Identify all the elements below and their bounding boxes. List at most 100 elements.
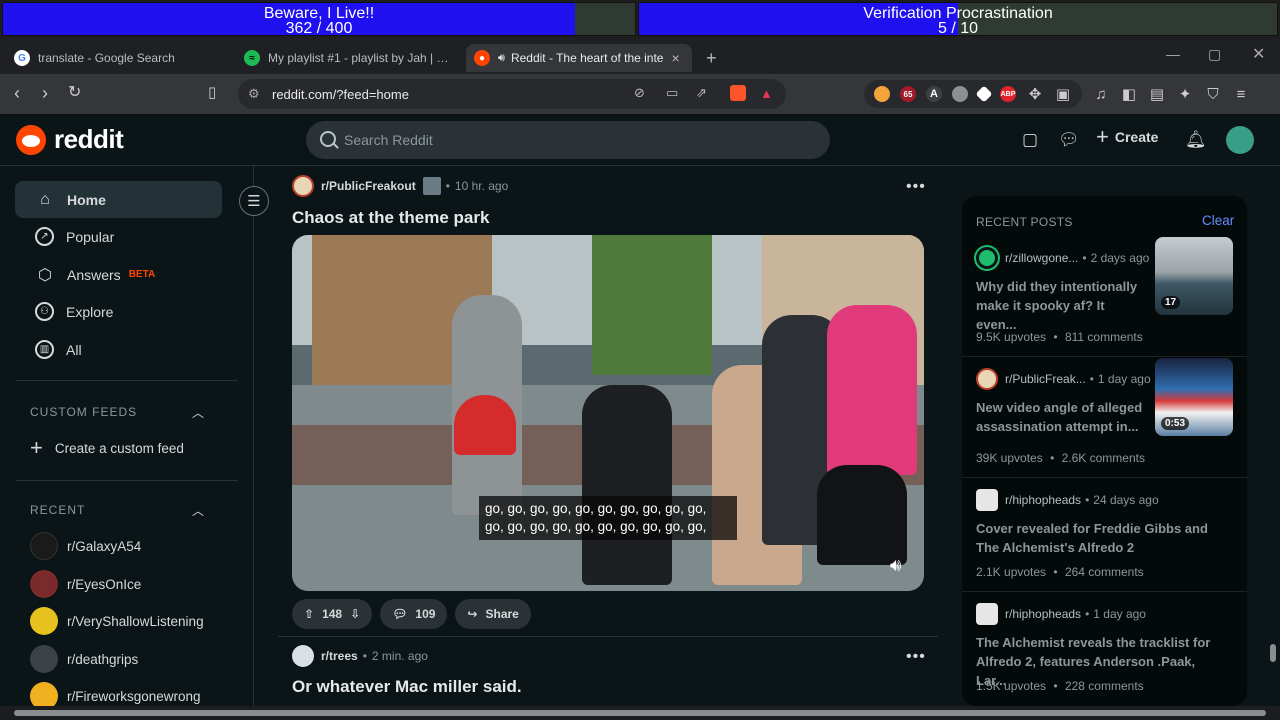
notifications-icon[interactable]: 🔔︎ [1185,130,1207,150]
vpn-icon[interactable]: ⛉ [1204,86,1222,103]
create-button[interactable]: + Create [1096,124,1158,149]
tab-reddit[interactable]: ● 🔊︎ Reddit - The heart of the inte × [466,44,692,72]
post-video[interactable]: go, go, go, go, go, go, go, go, go, go, … [292,235,924,591]
subreddit-avatar [976,603,998,625]
explore-icon: ⚇ [35,302,54,321]
leo-ai-icon[interactable]: ✦ [1176,85,1194,103]
recent-post[interactable]: r/zillowgone... • 2 days ago Why did the… [962,237,1247,357]
share-page-icon[interactable]: ⇗ [696,85,707,101]
clear-button[interactable]: Clear [1202,213,1234,228]
recent-post-upvotes: 1.5K upvotes [976,679,1047,693]
site-info-icon[interactable]: ⚙ [248,86,260,102]
search-icon [320,131,336,147]
nav-all[interactable]: ▥ All [15,331,222,368]
minimize-icon[interactable]: — [1166,46,1180,62]
subreddit-avatar[interactable] [292,645,314,667]
close-window-icon[interactable]: ✕ [1252,44,1265,64]
horizontal-scrollbar[interactable] [0,706,1280,720]
custom-feeds-header[interactable]: CUSTOM FEEDS [30,405,137,419]
more-options-icon[interactable]: ••• [906,178,926,196]
avatar[interactable] [1226,126,1254,154]
adblock-icon[interactable]: ABP [1000,86,1016,102]
recent-post[interactable]: r/PublicFreak... • 1 day ago New video a… [962,358,1247,478]
brave-shield-icon[interactable] [730,85,746,101]
recent-post[interactable]: r/hiphopheads • 1 day ago The Alchemist … [962,603,1247,703]
recent-item[interactable]: r/GalaxyA54 [30,531,141,561]
video-person [827,305,917,475]
collapse-sidebar-button[interactable]: ☰ [239,186,269,216]
recent-post-upvotes: 39K upvotes [976,451,1043,465]
recent-post-thumbnail: 17 [1155,237,1233,315]
nav-answers[interactable]: ⬡ Answers BETA [15,256,222,293]
brave-rewards-icon[interactable]: ▲ [760,86,773,101]
extension-icon[interactable] [874,86,890,102]
tab-label: My playlist #1 - playlist by Jah | Spoti [268,51,454,65]
plus-icon: + [1096,124,1109,149]
scrollbar-thumb[interactable] [14,710,1266,716]
bookmark-icon[interactable]: ▯ [208,84,216,102]
dot-separator: • [1085,493,1090,507]
upvote-icon[interactable]: ⇧ [304,607,314,621]
sidebar-toggle-icon[interactable]: ◧ [1120,85,1138,103]
post-subreddit[interactable]: r/trees [321,649,358,663]
maximize-icon[interactable]: ▢ [1208,46,1221,63]
media-icon[interactable]: ♫ [1092,86,1110,103]
advertise-icon[interactable]: ▢ [1022,130,1038,150]
nav-explore[interactable]: ⚇ Explore [15,293,222,330]
recent-post-time: 1 day ago [1097,372,1151,386]
tab-spotify[interactable]: ≈ My playlist #1 - playlist by Jah | Spo… [236,44,462,72]
reddit-logo[interactable]: reddit [16,124,124,155]
post-title[interactable]: Or whatever Mac miller said. [292,677,522,697]
comments-button[interactable]: 💬︎ 109 [380,599,448,629]
sidebar-divider [16,480,238,481]
create-custom-feed[interactable]: + Create a custom feed [30,433,184,463]
scrollbar-thumb[interactable] [1270,644,1276,662]
extensions-puzzle-icon[interactable]: ✥ [1026,85,1044,103]
nav-popular[interactable]: ↗ Popular [15,218,222,255]
diamond-extension-icon[interactable] [975,85,993,103]
screenshot-icon[interactable]: ▣ [1054,85,1072,103]
mute-icon[interactable]: ⊘ [634,85,645,101]
recent-item[interactable]: r/EyesOnIce [30,569,141,599]
recent-post[interactable]: r/hiphopheads • 24 days ago Cover reveal… [962,489,1247,589]
reload-icon[interactable]: ↻ [68,84,81,102]
vertical-scrollbar[interactable] [1266,166,1280,706]
extension-badge-icon[interactable]: 65 [900,86,916,102]
new-tab-button[interactable]: + [698,44,726,72]
speaker-icon: 🔊︎ [498,51,505,64]
video-person [454,395,516,455]
recent-header[interactable]: RECENT [30,503,85,517]
menu-icon[interactable]: ≡ [1232,86,1250,103]
downvote-icon[interactable]: ⇩ [350,607,360,621]
chevron-up-icon[interactable]: ︿ [192,404,204,421]
recent-item[interactable]: r/VeryShallowListening [30,606,204,636]
nav-label: Answers [67,266,121,283]
progress-bar-1: Beware, I Live!! 362 / 400 [2,2,636,36]
wallet-icon[interactable]: ▤ [1148,85,1166,103]
close-tab-icon[interactable]: × [671,50,679,66]
post-title[interactable]: Chaos at the theme park [292,208,489,228]
tab-google[interactable]: G translate - Google Search [6,44,234,72]
more-options-icon[interactable]: ••• [906,648,926,666]
forward-icon[interactable]: › [42,84,48,102]
cast-icon[interactable]: ▭ [666,85,678,101]
share-button[interactable]: ↪ Share [455,599,531,629]
chat-icon[interactable]: 💬︎ [1058,130,1080,150]
post-subreddit[interactable]: r/PublicFreakout [321,179,416,193]
recent-item[interactable]: r/deathgrips [30,644,138,674]
recent-post-thumbnail: 0:53 [1155,358,1233,436]
ak-extension-icon[interactable]: A [926,86,942,102]
gray-extension-icon[interactable] [952,86,968,102]
recent-post-upvotes: 2.1K upvotes [976,565,1047,579]
recent-post-upvotes: 9.5K upvotes [976,330,1047,344]
volume-icon[interactable]: 🔊︎ [890,555,901,576]
nav-home[interactable]: ⌂ Home [15,181,222,218]
subreddit-avatar[interactable] [292,175,314,197]
back-icon[interactable]: ‹ [14,84,20,102]
subreddit-avatar [30,570,58,598]
url-bar[interactable]: ⚙ reddit.com/?feed=home ⊘ ▭ ⇗ ▲ [238,79,786,109]
recent-post-comments: 228 comments [1064,679,1144,693]
recent-label: r/deathgrips [67,651,139,667]
chevron-up-icon[interactable]: ︿ [192,502,204,519]
search-input[interactable]: Search Reddit [306,121,830,159]
